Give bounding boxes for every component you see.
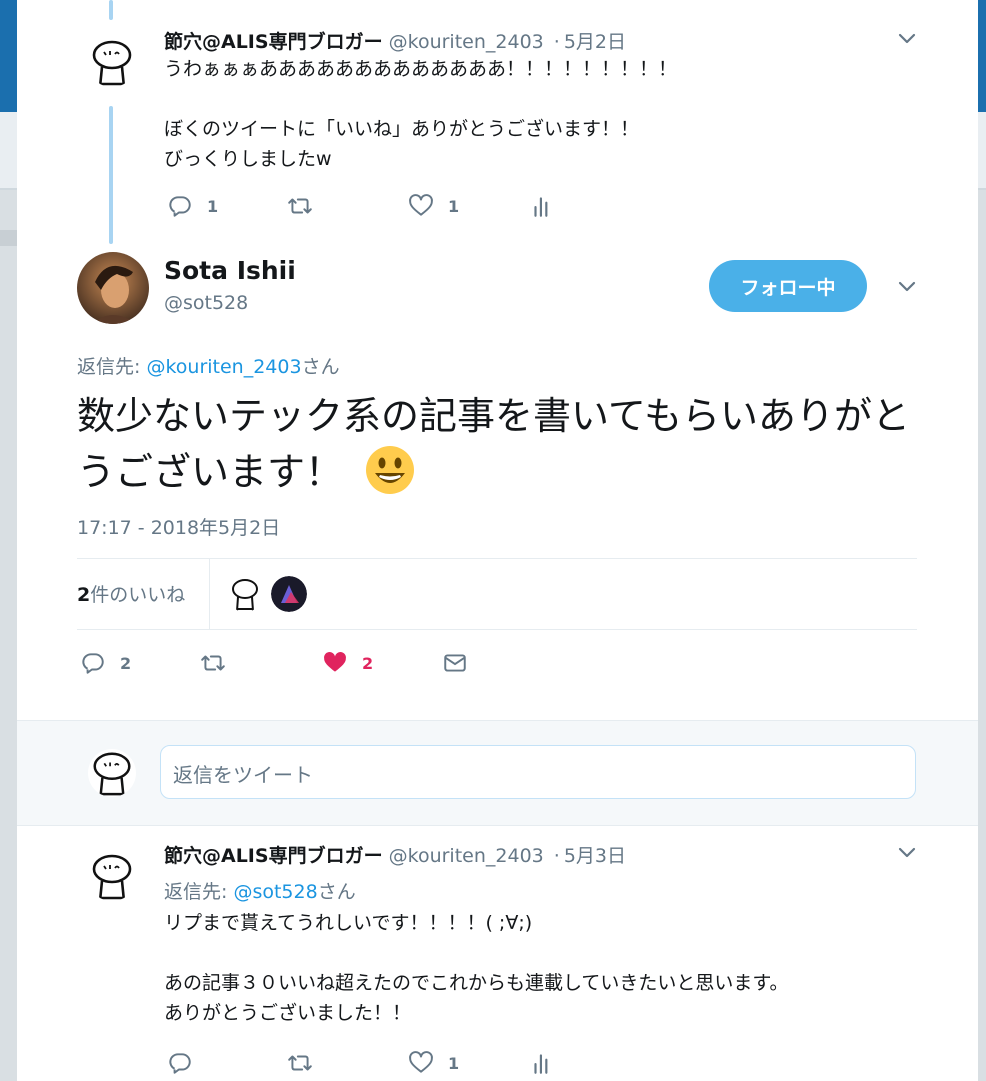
tweet-text: リプまで貰えてうれしいです！！！！( ;∀;) あの記事３０いいね超えたのでこれ…: [164, 912, 789, 1024]
tweet-reply[interactable]: 節穴@ALIS専門ブロガー @kouriten_2403 · 5月3日 返信先: …: [17, 824, 978, 1081]
analytics-icon: [534, 1054, 548, 1074]
heart-icon: [409, 194, 433, 216]
avatar-character-icon: [87, 37, 137, 87]
like-button[interactable]: 1: [408, 191, 459, 221]
avatar-character-icon: [227, 576, 263, 612]
tweet-timestamp[interactable]: 17:17 - 2018年5月2日: [77, 513, 280, 540]
tweet-date[interactable]: 5月2日: [564, 31, 626, 53]
more-options-chevron-icon[interactable]: [895, 840, 919, 864]
envelope-icon: [444, 654, 466, 672]
divider-vertical: [209, 559, 210, 629]
reply-count: 1: [207, 196, 219, 216]
analytics-icon: [534, 197, 548, 217]
reply-to-line: 返信先: @sot528さん: [164, 877, 356, 904]
display-name[interactable]: Sota Ishii: [164, 256, 296, 285]
tweet-text: 数少ないテック系の記事を書いてもらいありがとうございます！: [77, 388, 917, 500]
tweet-actions: 1 1: [167, 191, 767, 221]
display-name[interactable]: 節穴@ALIS専門ブロガー: [164, 845, 383, 867]
retweet-icon: [288, 198, 312, 214]
display-name[interactable]: 節穴@ALIS専門ブロガー: [164, 31, 383, 53]
analytics-button[interactable]: [529, 191, 555, 221]
user-photo-icon: [77, 252, 149, 324]
retweet-button[interactable]: [287, 191, 313, 221]
like-count: 2: [362, 653, 374, 673]
likes-label: 件のいいね: [90, 584, 186, 606]
reply-composer: 返信をツイート: [17, 720, 978, 826]
reply-button[interactable]: [167, 1048, 193, 1078]
background-right: [978, 190, 986, 1081]
direct-message-button[interactable]: [442, 648, 468, 678]
user-handle[interactable]: @sot528: [164, 292, 248, 314]
user-handle[interactable]: @kouriten_2403: [389, 845, 544, 867]
like-button[interactable]: 1: [408, 1048, 459, 1078]
tweet-actions: 1: [167, 1048, 767, 1078]
avatar-character-icon: [88, 749, 136, 797]
avatar[interactable]: [87, 37, 137, 87]
tweet-text-content: 数少ないテック系の記事を書いてもらいありがとうございます！: [77, 394, 910, 494]
avatar-character-icon: [87, 851, 137, 901]
separator-dot: ·: [553, 845, 560, 867]
reply-to-prefix: 返信先:: [77, 356, 147, 378]
like-count: 1: [448, 196, 460, 216]
reply-icon: [82, 653, 104, 674]
retweet-button[interactable]: [287, 1048, 313, 1078]
retweet-button[interactable]: [200, 648, 226, 678]
reply-button[interactable]: 1: [167, 191, 218, 221]
reply-count: 2: [120, 653, 132, 673]
following-button[interactable]: フォロー中: [709, 260, 867, 312]
reply-input[interactable]: 返信をツイート: [160, 745, 916, 799]
more-options-chevron-icon[interactable]: [895, 274, 919, 298]
separator-dot: ·: [553, 31, 560, 53]
reply-to-suffix: さん: [317, 881, 356, 903]
current-user-avatar: [88, 749, 136, 797]
retweet-icon: [201, 655, 225, 671]
smiley-emoji-icon: [365, 445, 415, 495]
divider: [77, 558, 917, 559]
more-options-chevron-icon[interactable]: [895, 26, 919, 50]
heart-icon: [409, 1051, 433, 1073]
avatar[interactable]: [77, 252, 149, 324]
avatar[interactable]: [87, 851, 137, 901]
tweet-actions: 2 2: [80, 648, 680, 678]
tweet-modal: 節穴@ALIS専門ブロガー @kouriten_2403 · 5月2日 うわぁぁぁ…: [17, 0, 978, 1081]
reply-button[interactable]: 2: [80, 648, 131, 678]
analytics-button[interactable]: [529, 1048, 555, 1078]
like-count: 1: [448, 1053, 460, 1073]
liker-avatar[interactable]: [227, 576, 263, 612]
likes-count: 2: [77, 584, 91, 606]
divider: [77, 629, 917, 630]
liker-avatar[interactable]: [271, 576, 307, 612]
tweet-parent[interactable]: 節穴@ALIS専門ブロガー @kouriten_2403 · 5月2日 うわぁぁぁ…: [17, 0, 978, 240]
tweet-header: 節穴@ALIS専門ブロガー @kouriten_2403 · 5月3日: [164, 841, 626, 868]
alis-logo-icon: [271, 576, 307, 612]
tweet-date[interactable]: 5月3日: [564, 845, 626, 867]
heart-filled-icon: [324, 652, 346, 672]
retweet-icon: [288, 1055, 312, 1071]
tweet-main: Sota Ishii @sot528 フォロー中 返信先: @kouriten_…: [17, 244, 978, 720]
reply-icon: [169, 1053, 191, 1074]
like-button-active[interactable]: 2: [322, 648, 373, 678]
background-left: [0, 190, 17, 1081]
tweet-text: うわぁぁぁあああああああああああああ！！！！！！！！！ ぼくのツイートに「いいね…: [164, 58, 678, 170]
reply-to-suffix: さん: [301, 356, 340, 378]
reply-icon: [169, 196, 191, 217]
tweet-header: 節穴@ALIS専門ブロガー @kouriten_2403 · 5月2日: [164, 27, 626, 54]
likes-summary[interactable]: 2件のいいね: [77, 580, 185, 607]
user-handle[interactable]: @kouriten_2403: [389, 31, 544, 53]
reply-to-line: 返信先: @kouriten_2403さん: [77, 352, 340, 379]
reply-to-handle-link[interactable]: @sot528: [233, 881, 317, 903]
reply-to-handle-link[interactable]: @kouriten_2403: [146, 356, 301, 378]
reply-to-prefix: 返信先:: [164, 881, 234, 903]
